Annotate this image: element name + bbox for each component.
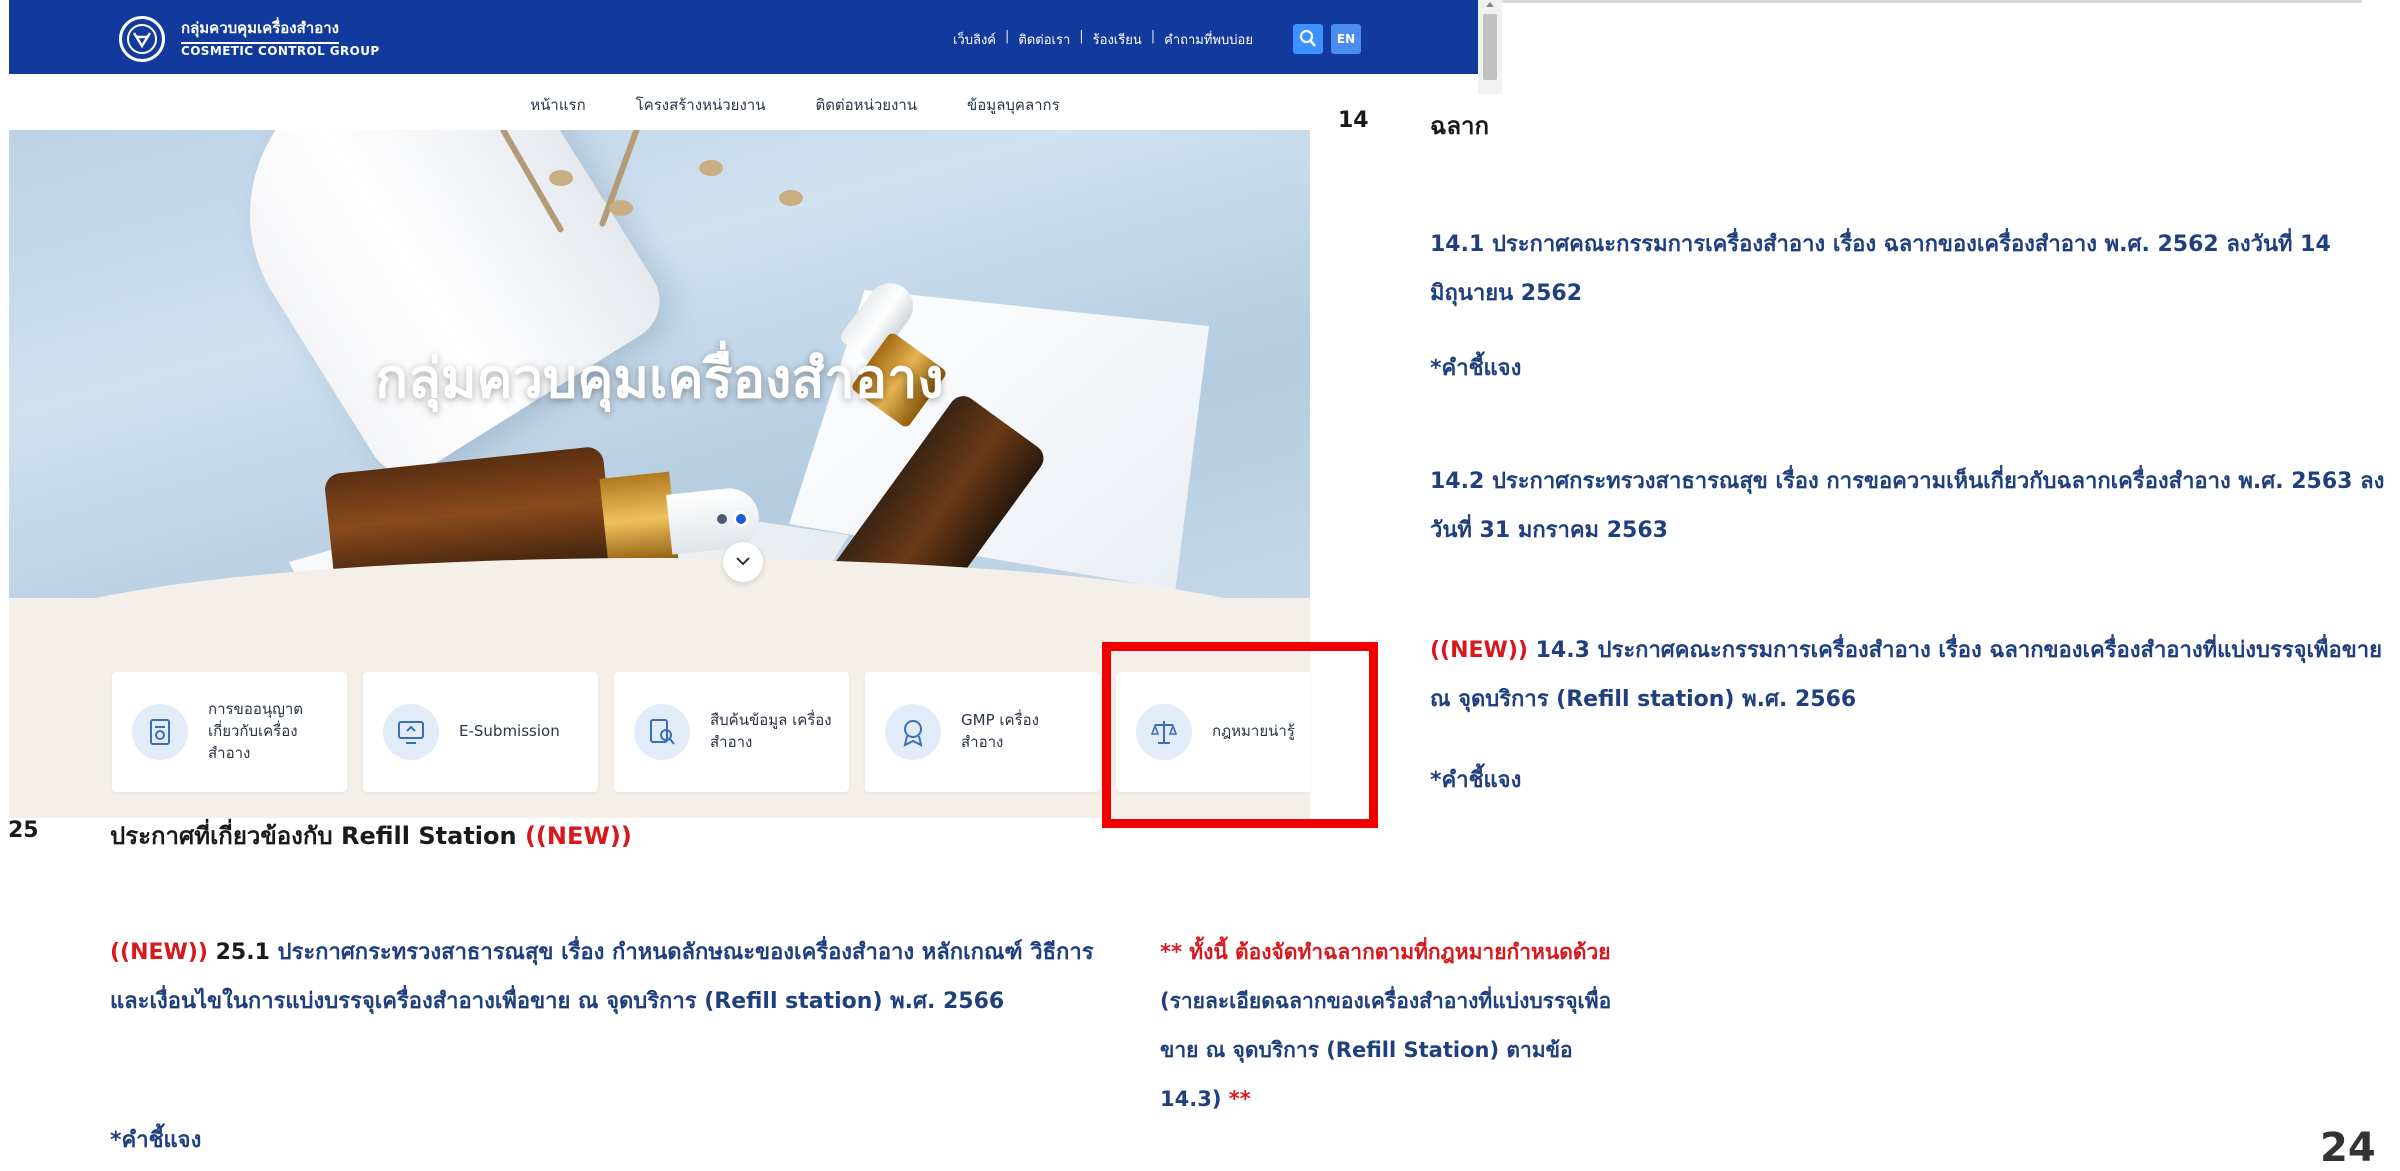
slide-page-number: 24: [2320, 1125, 2376, 1171]
nav-item-staff[interactable]: ข้อมูลบุคลากร: [967, 93, 1060, 117]
service-card-search[interactable]: สืบค้นข้อมูล เครื่องสำอาง: [614, 672, 849, 792]
document-link-text: 14.3 ประกาศคณะกรรมการเครื่องสำอาง เรื่อง…: [1430, 638, 2382, 712]
search-icon: [1299, 29, 1316, 47]
nav-item-contact[interactable]: ติดต่อหน่วยงาน: [815, 93, 917, 117]
search-document-icon: [634, 704, 690, 760]
slide-top-rule: [1502, 0, 2362, 3]
scroll-down-button[interactable]: [723, 542, 763, 582]
logo-text-thai[interactable]: กลุ่มควบคุมเครื่องสำอาง: [181, 16, 339, 44]
section-title: ประกาศที่เกี่ยวข้องกับ Refill Station ((…: [110, 816, 632, 855]
nav-item-home[interactable]: หน้าแรก: [530, 93, 585, 117]
service-card-label: E-Submission: [459, 722, 560, 741]
service-card-license[interactable]: การขออนุญาต เกี่ยวกับเครื่อง สำอาง: [112, 672, 347, 792]
explanation-note[interactable]: *คำชี้แจง: [1430, 350, 1521, 385]
new-badge: ((NEW)): [110, 940, 208, 965]
separator: |: [1150, 29, 1156, 44]
section-title: ฉลาก: [1430, 112, 1490, 140]
separator: |: [1005, 29, 1010, 44]
service-card-gmp[interactable]: GMP เครื่อง สำอาง: [865, 672, 1100, 792]
carousel-dot-active[interactable]: [736, 514, 746, 524]
badge-award-icon: [885, 704, 941, 760]
main-navigation: หน้าแรก โครงสร้างหน่วยงาน ติดต่อหน่วยงาน…: [0, 76, 1310, 134]
hero-leaf-image: [699, 160, 723, 176]
search-button[interactable]: [1293, 24, 1323, 54]
hero-leaf-image: [609, 200, 633, 216]
scrollbar-thumb[interactable]: [1483, 14, 1497, 80]
logo-text-english[interactable]: COSMETIC CONTROL GROUP: [181, 44, 380, 58]
document-link-14-2[interactable]: 14.2 ประกาศกระทรวงสาธารณสุข เรื่อง การขอ…: [1430, 457, 2390, 555]
hero-title: กลุ่มควบคุมเครื่องสำอาง: [375, 347, 944, 410]
hero-cylinder-image: [193, 130, 675, 489]
section-number: 25: [8, 818, 39, 843]
service-card-label: GMP เครื่อง สำอาง: [961, 711, 1039, 751]
hero-leaf-image: [779, 190, 803, 206]
new-badge: ((NEW)): [1430, 638, 1528, 663]
nav-item-structure[interactable]: โครงสร้างหน่วยงาน: [636, 93, 766, 117]
service-card-label: การขออนุญาต เกี่ยวกับเครื่อง สำอาง: [208, 700, 304, 762]
chevron-down-icon: [736, 557, 750, 566]
hero-banner: กลุ่มควบคุมเครื่องสำอาง: [9, 130, 1310, 600]
carousel-dot[interactable]: [717, 514, 727, 524]
explanation-note[interactable]: *คำชี้แจง: [1430, 762, 1521, 797]
refill-label-remark: ** ทั้งนี้ ต้องจัดทำฉลากตามที่กฎหมายกำหน…: [1160, 928, 1640, 1124]
hero-leaf-image: [549, 170, 573, 186]
logo-emblem-icon[interactable]: [119, 16, 165, 62]
document-link-14-3[interactable]: ((NEW)) 14.3 ประกาศคณะกรรมการเครื่องสำอา…: [1430, 626, 2390, 724]
document-link-14-1[interactable]: 14.1 ประกาศคณะกรรมการเครื่องสำอาง เรื่อง…: [1430, 220, 2390, 318]
site-header: กลุ่มควบคุมเครื่องสำอาง COSMETIC CONTROL…: [9, 0, 1489, 74]
separator: |: [1079, 29, 1084, 44]
section-title-text: ประกาศที่เกี่ยวข้องกับ Refill Station: [110, 822, 525, 850]
document-license-icon: [132, 704, 188, 760]
computer-upload-icon: [383, 704, 439, 760]
explanation-note[interactable]: *คำชี้แจง: [110, 1122, 201, 1157]
highlight-box: [1102, 642, 1378, 828]
top-link-contact[interactable]: ติดต่อเรา: [1018, 29, 1070, 50]
item-number: 25.1: [207, 940, 270, 965]
top-link-complaint[interactable]: ร้องเรียน: [1093, 29, 1142, 50]
top-link-weblinks[interactable]: เว็บลิงค์: [953, 29, 996, 50]
language-toggle-button[interactable]: EN: [1331, 24, 1361, 54]
section-number: 14: [1338, 108, 1369, 133]
top-links: เว็บลิงค์ | ติดต่อเรา | ร้องเรียน | คำถา…: [953, 29, 1253, 50]
browser-scrollbar[interactable]: [1478, 0, 1502, 94]
service-card-e-submission[interactable]: E-Submission: [363, 672, 598, 792]
top-link-faq[interactable]: คำถามที่พบบ่อย: [1164, 29, 1253, 50]
document-link-25-1[interactable]: ((NEW)) 25.1 ประกาศกระทรวงสาธารณสุข เรื่…: [110, 928, 1110, 1026]
hero-bottle-cap-image: [599, 471, 679, 569]
service-card-label: สืบค้นข้อมูล เครื่องสำอาง: [710, 711, 832, 751]
remark-red-text: ** ทั้งนี้ ต้องจัดทำฉลากตามที่กฎหมายกำหน…: [1160, 940, 1611, 964]
new-badge: ((NEW)): [524, 822, 632, 850]
remark-end-text: **: [1221, 1087, 1251, 1111]
scroll-up-arrow-icon[interactable]: [1486, 2, 1494, 7]
